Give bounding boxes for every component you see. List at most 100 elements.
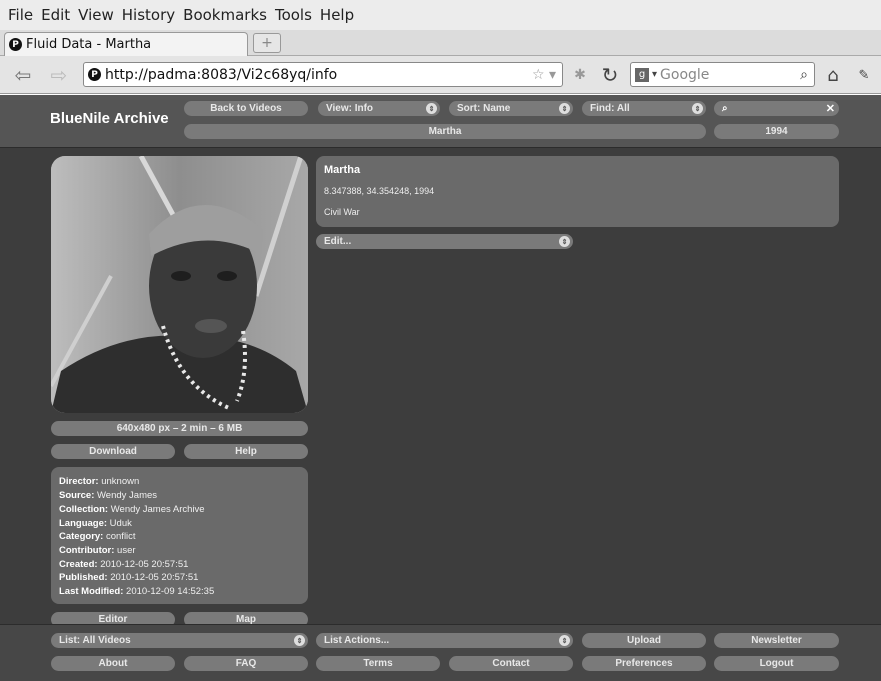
menu-bar: File Edit View History Bookmarks Tools H…	[0, 0, 881, 30]
list-actions-label: List Actions...	[324, 635, 390, 646]
video-info-bar: 640x480 px – 2 min – 6 MB	[51, 421, 308, 436]
menu-tools[interactable]: Tools	[275, 6, 312, 24]
meta-value: Wendy James Archive	[110, 504, 205, 515]
site-icon: P	[88, 68, 101, 81]
video-info-text: 640x480 px – 2 min – 6 MB	[116, 423, 243, 434]
meta-value: 2010-12-05 20:57:51	[100, 559, 189, 570]
meta-value: Uduk	[109, 518, 132, 529]
meta-label: Created:	[59, 559, 98, 570]
clear-icon[interactable]: ✕	[826, 102, 835, 115]
menu-bookmarks[interactable]: Bookmarks	[183, 6, 267, 24]
url-bar[interactable]: P http://padma:8083/Vi2c68yq/info ☆ ▾	[83, 62, 563, 87]
video-title-bar: Martha	[184, 124, 706, 139]
select-arrows-icon: ⇕	[294, 635, 305, 646]
meta-value: 2010-12-09 14:52:35	[126, 586, 215, 597]
find-select[interactable]: Find: All ⇕	[582, 101, 706, 116]
meta-collection: Collection: Wendy James Archive	[59, 504, 205, 515]
forward-arrow-icon[interactable]: ⇨	[44, 62, 74, 88]
upload-button[interactable]: Upload	[582, 633, 706, 648]
newsletter-button[interactable]: Newsletter	[714, 633, 839, 648]
faq-button[interactable]: FAQ	[184, 656, 308, 671]
extension-icon[interactable]: ✎	[852, 62, 876, 88]
list-select-label: List: All Videos	[59, 635, 131, 646]
download-button[interactable]: Download	[51, 444, 175, 459]
info-title[interactable]: Martha	[324, 164, 360, 176]
meta-label: Category:	[59, 531, 104, 542]
search-icon: ⌕	[722, 103, 728, 114]
meta-published: Published: 2010-12-05 20:57:51	[59, 572, 198, 583]
app-logo[interactable]: BlueNile Archive	[50, 110, 169, 127]
meta-label: Director:	[59, 476, 99, 487]
find-select-label: Find: All	[590, 103, 630, 114]
meta-label: Collection:	[59, 504, 109, 515]
video-title: Martha	[428, 126, 462, 137]
search-icon[interactable]: ⌕	[800, 67, 808, 83]
info-location[interactable]: 8.347388, 34.354248, 1994	[324, 186, 434, 196]
video-year: 1994	[765, 126, 788, 137]
url-text: http://padma:8083/Vi2c68yq/info	[105, 66, 338, 83]
back-to-videos-button[interactable]: Back to Videos	[184, 101, 308, 116]
meta-label: Source:	[59, 490, 95, 501]
help-label: Help	[235, 446, 257, 457]
list-actions-select[interactable]: List Actions... ⇕	[316, 633, 573, 648]
contact-button[interactable]: Contact	[449, 656, 573, 671]
meta-label: Contributor:	[59, 545, 115, 556]
help-button[interactable]: Help	[184, 444, 308, 459]
meta-value: Wendy James	[97, 490, 158, 501]
meta-source: Source: Wendy James	[59, 490, 157, 501]
reload-icon[interactable]: ↻	[597, 62, 623, 88]
logout-label: Logout	[759, 658, 794, 669]
meta-label: Language:	[59, 518, 108, 529]
back-to-videos-label: Back to Videos	[210, 103, 282, 114]
select-arrows-icon: ⇕	[559, 103, 570, 114]
edit-select[interactable]: Edit... ⇕	[316, 234, 573, 249]
select-arrows-icon: ⇕	[426, 103, 437, 114]
browser-tab[interactable]: P Fluid Data - Martha	[4, 32, 248, 56]
back-arrow-icon[interactable]: ⇦	[8, 62, 38, 88]
terms-button[interactable]: Terms	[316, 656, 440, 671]
menu-help[interactable]: Help	[320, 6, 354, 24]
video-year-bar: 1994	[714, 124, 839, 139]
sort-select-label: Sort: Name	[457, 103, 511, 114]
search-engine-icon[interactable]: g	[635, 67, 649, 82]
download-label: Download	[89, 446, 137, 457]
meta-last-modified: Last Modified: 2010-12-09 14:52:35	[59, 586, 214, 597]
portrait-photo	[51, 156, 308, 413]
bookmark-star-icon[interactable]: ☆ ▾	[532, 67, 556, 83]
plus-icon: +	[261, 35, 273, 51]
meta-label: Published:	[59, 572, 108, 583]
list-select[interactable]: List: All Videos ⇕	[51, 633, 308, 648]
web-search-field[interactable]: g ▾ Google ⌕	[630, 62, 815, 87]
about-button[interactable]: About	[51, 656, 175, 671]
meta-created: Created: 2010-12-05 20:57:51	[59, 559, 188, 570]
meta-label: Last Modified:	[59, 586, 124, 597]
menu-file[interactable]: File	[8, 6, 33, 24]
preferences-button[interactable]: Preferences	[582, 656, 706, 671]
faq-label: FAQ	[235, 658, 257, 669]
meta-value: user	[117, 545, 136, 556]
rss-feed-icon[interactable]: ✱	[568, 62, 592, 88]
meta-director: Director: unknown	[59, 476, 139, 487]
menu-view[interactable]: View	[78, 6, 114, 24]
tab-title: Fluid Data - Martha	[26, 37, 152, 52]
meta-value: 2010-12-05 20:57:51	[110, 572, 199, 583]
view-select[interactable]: View: Info ⇕	[318, 101, 440, 116]
search-placeholder: Google	[660, 66, 710, 83]
favicon-icon: P	[9, 38, 22, 51]
home-icon[interactable]: ⌂	[820, 62, 846, 88]
video-poster-image[interactable]	[51, 156, 308, 413]
edit-select-label: Edit...	[324, 236, 352, 247]
sort-select[interactable]: Sort: Name ⇕	[449, 101, 573, 116]
terms-label: Terms	[363, 658, 393, 669]
upload-label: Upload	[627, 635, 661, 646]
logout-button[interactable]: Logout	[714, 656, 839, 671]
newsletter-label: Newsletter	[751, 635, 802, 646]
contact-label: Contact	[492, 658, 530, 669]
new-tab-button[interactable]: +	[253, 33, 281, 53]
menu-history[interactable]: History	[122, 6, 175, 24]
find-input[interactable]: ⌕ ✕	[714, 101, 839, 116]
chevron-down-icon: ▾	[652, 69, 658, 80]
info-topic[interactable]: Civil War	[324, 207, 360, 217]
meta-value: unknown	[101, 476, 140, 487]
menu-edit[interactable]: Edit	[41, 6, 70, 24]
